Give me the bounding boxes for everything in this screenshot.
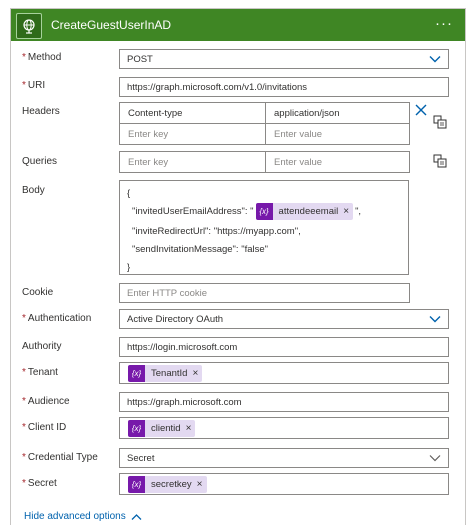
chevron-down-icon: [429, 316, 441, 323]
dynamic-content-icon: {x}: [128, 475, 145, 493]
audience-value: https://graph.microsoft.com: [127, 396, 242, 408]
hide-advanced-options-link[interactable]: Hide advanced options: [24, 511, 142, 522]
authentication-label: * Authentication: [22, 313, 92, 324]
card-header[interactable]: CreateGuestUserInAD ···: [11, 9, 465, 41]
chevron-down-icon: [429, 56, 441, 63]
placeholder: Enter value: [274, 128, 323, 140]
credential-type-label: * Credential Type: [22, 452, 98, 463]
body-line-1: "invitedUserEmailAddress": " {x} attende…: [132, 203, 361, 220]
credential-type-value: Secret: [127, 452, 155, 464]
switch-to-text-mode-icon[interactable]: [433, 115, 447, 129]
secret-label: * Secret: [22, 478, 57, 489]
switch-to-text-mode-icon[interactable]: [433, 154, 447, 168]
token-label: TenantId: [151, 367, 188, 379]
dynamic-content-icon: {x}: [128, 364, 145, 382]
method-value: POST: [127, 53, 153, 65]
dynamic-content-icon: {x}: [255, 203, 273, 220]
uri-input[interactable]: https://graph.microsoft.com/v1.0/invitat…: [119, 77, 449, 97]
chevron-up-icon: [131, 513, 142, 520]
placeholder: Enter value: [274, 156, 323, 168]
uri-label: * URI: [22, 80, 46, 91]
clientid-token[interactable]: {x} clientid ×: [128, 419, 196, 437]
dynamic-content-icon: {x}: [128, 419, 145, 437]
placeholder: Enter HTTP cookie: [127, 287, 208, 299]
credential-type-dropdown[interactable]: Secret: [119, 448, 449, 468]
tenantid-token[interactable]: {x} TenantId ×: [128, 364, 203, 382]
client-id-input[interactable]: {x} clientid ×: [119, 417, 449, 439]
authority-value: https://login.microsoft.com: [127, 341, 238, 353]
client-id-label: * Client ID: [22, 422, 67, 433]
method-dropdown[interactable]: POST: [119, 49, 449, 69]
header-key-value: Content-type: [128, 107, 183, 119]
placeholder: Enter key: [128, 156, 169, 168]
cookie-input[interactable]: Enter HTTP cookie: [119, 283, 410, 303]
queries-label: Queries: [22, 156, 58, 167]
query-value-input[interactable]: Enter value: [265, 151, 410, 173]
card-title: CreateGuestUserInAD: [51, 18, 172, 32]
audience-label: * Audience: [22, 396, 70, 407]
audience-input[interactable]: https://graph.microsoft.com: [119, 392, 449, 412]
close-icon[interactable]: [415, 104, 427, 116]
body-line-1-suffix: ",: [355, 206, 362, 217]
tenant-input[interactable]: {x} TenantId ×: [119, 362, 449, 384]
more-options-button[interactable]: ···: [435, 15, 453, 32]
authentication-value: Active Directory OAuth: [127, 313, 224, 325]
authentication-dropdown[interactable]: Active Directory OAuth: [119, 309, 449, 329]
cookie-label: Cookie: [22, 287, 54, 298]
method-label: * Method: [22, 52, 62, 63]
header-key-input-empty[interactable]: Enter key: [119, 123, 266, 145]
chevron-down-icon: [429, 455, 441, 462]
secret-input[interactable]: {x} secretkey ×: [119, 473, 449, 495]
tenant-label: * Tenant: [22, 367, 58, 378]
header-key-input[interactable]: Content-type: [119, 102, 266, 124]
remove-token-icon[interactable]: ×: [192, 368, 198, 379]
body-close-brace: }: [127, 262, 131, 273]
header-value-value: application/json: [274, 107, 340, 119]
uri-value: https://graph.microsoft.com/v1.0/invitat…: [127, 81, 308, 93]
token-label: secretkey: [151, 478, 192, 490]
remove-token-icon[interactable]: ×: [343, 206, 349, 217]
secretkey-token[interactable]: {x} secretkey ×: [128, 475, 207, 493]
token-label: attendeeemail: [278, 206, 339, 217]
globe-icon: [16, 13, 42, 39]
headers-label: Headers: [22, 106, 60, 117]
body-line-1-prefix: "invitedUserEmailAddress": ": [132, 206, 254, 217]
authority-label: Authority: [22, 341, 62, 352]
body-line-2: "inviteRedirectUrl": "https://myapp.com"…: [132, 226, 301, 237]
remove-token-icon[interactable]: ×: [186, 423, 192, 434]
body-open-brace: {: [127, 188, 131, 199]
authority-input[interactable]: https://login.microsoft.com: [119, 337, 449, 357]
placeholder: Enter key: [128, 128, 169, 140]
header-value-input[interactable]: application/json: [265, 102, 410, 124]
body-editor[interactable]: { "invitedUserEmailAddress": " {x} atten…: [119, 180, 409, 275]
token-label: clientid: [151, 422, 181, 434]
query-key-input[interactable]: Enter key: [119, 151, 266, 173]
header-value-input-empty[interactable]: Enter value: [265, 123, 410, 145]
body-line-3: "sendInvitationMessage": "false": [132, 244, 269, 255]
hide-advanced-options-label: Hide advanced options: [24, 511, 126, 522]
remove-token-icon[interactable]: ×: [197, 479, 203, 490]
body-label: Body: [22, 185, 45, 196]
attendeeemail-token[interactable]: {x} attendeeemail ×: [255, 203, 354, 220]
